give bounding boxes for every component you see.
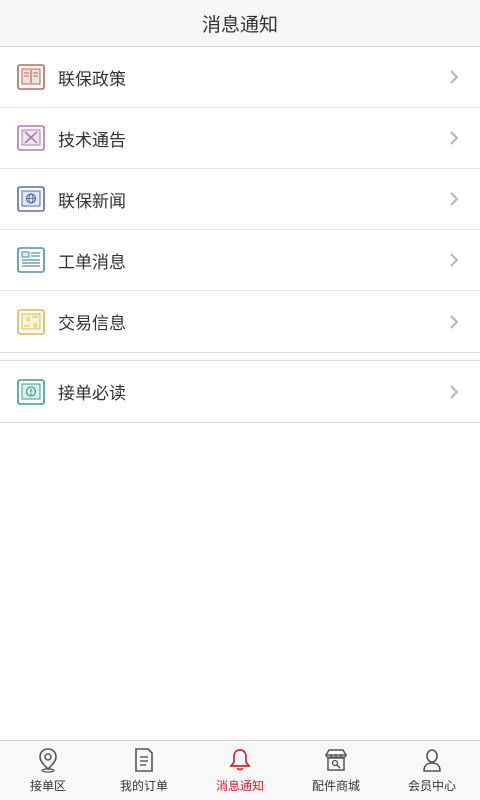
list-item-label: 工单消息: [58, 252, 126, 273]
user-icon: [423, 749, 441, 772]
tab-messages[interactable]: 消息通知: [192, 741, 288, 800]
yen-icon: ¥ ¥: [16, 307, 46, 337]
document-icon: [135, 748, 153, 772]
tab-parts-store[interactable]: 配件商城: [288, 741, 384, 800]
page-title: 消息通知: [201, 13, 278, 36]
list-item-label: 联保政策: [58, 69, 126, 90]
bell-icon: [229, 749, 251, 771]
tab-order-area[interactable]: 接单区: [0, 741, 96, 800]
list-item-news[interactable]: 联保新闻: [0, 169, 480, 230]
chevron-right-icon: [450, 384, 459, 399]
location-pin-icon: [39, 748, 57, 773]
tab-label: 消息通知: [215, 779, 264, 793]
chevron-right-icon: [450, 253, 459, 267]
store-icon: [324, 749, 348, 771]
tab-label: 我的订单: [119, 779, 168, 793]
tab-member-center[interactable]: 会员中心: [384, 741, 480, 800]
list-item-policy[interactable]: 联保政策: [0, 47, 480, 108]
category-group-secondary: 接单必读: [0, 360, 480, 423]
chevron-right-icon: [450, 131, 459, 145]
message-category-list: 联保政策 技术通告 联保新闻 工单消息 ¥ ¥ 交易信息 接单必读: [0, 47, 480, 423]
list-item-label: 联保新闻: [58, 191, 126, 212]
svg-text:¥: ¥: [33, 322, 38, 330]
form-icon: [16, 245, 46, 275]
list-item-label: 交易信息: [58, 314, 126, 334]
svg-text:¥: ¥: [26, 316, 31, 324]
list-item-label: 接单必读: [58, 384, 126, 404]
tab-label: 配件商城: [311, 779, 360, 793]
chevron-right-icon: [450, 314, 459, 329]
list-item-label: 技术通告: [58, 130, 126, 151]
tab-label: 接单区: [29, 779, 66, 793]
chevron-right-icon: [450, 70, 459, 84]
list-item-work-order[interactable]: 工单消息: [0, 230, 480, 291]
list-item-transaction[interactable]: ¥ ¥ 交易信息: [0, 291, 480, 352]
category-group-main: 联保政策 技术通告 联保新闻 工单消息 ¥ ¥ 交易信息: [0, 47, 480, 353]
tab-my-orders[interactable]: 我的订单: [96, 741, 192, 800]
chevron-right-icon: [450, 192, 459, 206]
list-item-must-read[interactable]: 接单必读: [0, 361, 480, 422]
globe-icon: [16, 184, 46, 214]
book-icon: [16, 62, 46, 92]
app-header: 消息通知: [0, 0, 480, 47]
info-icon: [16, 377, 46, 407]
tools-icon: [16, 123, 46, 153]
bottom-tab-bar: 接单区 我的订单 消息通知 配件商城 会员中心: [0, 740, 480, 800]
tab-label: 会员中心: [407, 779, 456, 793]
list-item-tech-notice[interactable]: 技术通告: [0, 108, 480, 169]
